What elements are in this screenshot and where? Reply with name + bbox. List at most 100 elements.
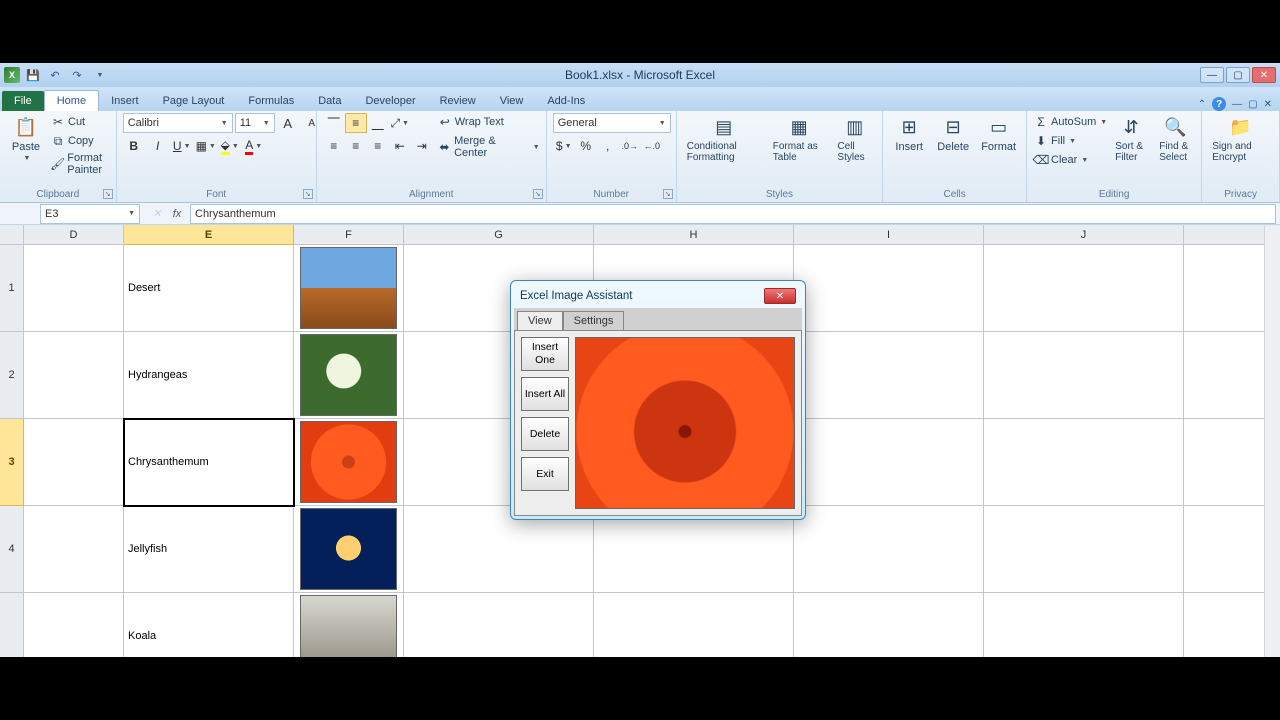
col-header[interactable]: E xyxy=(124,225,294,245)
fill-color-button[interactable]: ⬙▼ xyxy=(219,136,241,156)
decrease-indent-button[interactable]: ⇤ xyxy=(389,136,411,156)
cell[interactable] xyxy=(794,332,984,419)
tab-home[interactable]: Home xyxy=(44,90,99,111)
cell[interactable] xyxy=(24,506,124,593)
col-header[interactable]: F xyxy=(294,225,404,245)
cell[interactable] xyxy=(404,593,594,657)
name-box[interactable]: E3▼ xyxy=(40,204,140,224)
tab-add-ins[interactable]: Add-Ins xyxy=(535,91,597,111)
paste-button[interactable]: 📋 Paste ▼ xyxy=(6,113,46,164)
qat-save-icon[interactable]: 💾 xyxy=(24,66,42,84)
row-header[interactable]: 2 xyxy=(0,332,24,419)
row-header[interactable]: 4 xyxy=(0,506,24,593)
cell-image[interactable] xyxy=(294,245,404,332)
col-header[interactable]: J xyxy=(984,225,1184,245)
cell-image[interactable] xyxy=(294,506,404,593)
format-cells-button[interactable]: ▭Format xyxy=(977,113,1020,155)
align-bottom-button[interactable]: ⎽ xyxy=(367,113,389,133)
increase-indent-button[interactable]: ⇥ xyxy=(411,136,433,156)
tab-insert[interactable]: Insert xyxy=(99,91,151,111)
cell[interactable] xyxy=(794,593,984,657)
cell[interactable] xyxy=(24,332,124,419)
cell[interactable] xyxy=(984,332,1184,419)
tab-formulas[interactable]: Formulas xyxy=(236,91,306,111)
increase-decimal-button[interactable]: .0→ xyxy=(619,136,641,156)
dialog-tab-settings[interactable]: Settings xyxy=(563,311,625,330)
format-as-table-button[interactable]: ▦Format as Table xyxy=(769,113,830,165)
insert-cells-button[interactable]: ⊞Insert xyxy=(889,113,929,155)
qat-undo-icon[interactable]: ↶ xyxy=(46,66,64,84)
sort-filter-button[interactable]: ⇵Sort & Filter xyxy=(1111,113,1151,165)
merge-center-button[interactable]: ⬌Merge & Center▼ xyxy=(437,134,540,160)
select-all-corner[interactable] xyxy=(0,225,24,245)
decrease-decimal-button[interactable]: ←.0 xyxy=(641,136,663,156)
format-painter-button[interactable]: 🖌Format Painter xyxy=(50,151,110,177)
image-assistant-dialog[interactable]: Excel Image Assistant ✕ View Settings In… xyxy=(510,280,806,520)
font-name-select[interactable]: Calibri▼ xyxy=(123,113,233,133)
active-cell[interactable]: Chrysanthemum xyxy=(124,419,294,506)
dialog-tab-view[interactable]: View xyxy=(517,311,563,330)
sign-encrypt-button[interactable]: 📁Sign and Encrypt xyxy=(1208,113,1273,165)
qat-customize-icon[interactable]: ▼ xyxy=(90,66,108,84)
cell[interactable]: Jellyfish xyxy=(124,506,294,593)
align-right-button[interactable]: ≡ xyxy=(367,136,389,156)
row-header[interactable]: 3 xyxy=(0,419,24,506)
number-format-select[interactable]: General▼ xyxy=(553,113,671,133)
cell-image[interactable] xyxy=(294,419,404,506)
help-icon[interactable]: ? xyxy=(1212,97,1226,111)
tab-review[interactable]: Review xyxy=(428,91,488,111)
cell[interactable] xyxy=(794,419,984,506)
cell[interactable] xyxy=(24,245,124,332)
file-tab[interactable]: File xyxy=(2,91,44,111)
cell-image[interactable] xyxy=(294,593,404,657)
bold-button[interactable]: B xyxy=(123,136,145,156)
tab-view[interactable]: View xyxy=(488,91,536,111)
wrap-text-button[interactable]: ↩Wrap Text xyxy=(437,113,540,131)
percent-button[interactable]: % xyxy=(575,136,597,156)
underline-button[interactable]: U▼ xyxy=(171,136,193,156)
cancel-icon[interactable]: ✕ xyxy=(148,205,166,223)
font-launcher[interactable]: ↘ xyxy=(303,189,313,199)
cell[interactable] xyxy=(984,593,1184,657)
row-header[interactable]: 1 xyxy=(0,245,24,332)
tab-data[interactable]: Data xyxy=(306,91,353,111)
cell-image[interactable] xyxy=(294,332,404,419)
tab-page-layout[interactable]: Page Layout xyxy=(151,91,237,111)
doc-restore-icon[interactable]: ▢ xyxy=(1248,99,1257,110)
dialog-close-button[interactable]: ✕ xyxy=(764,288,796,304)
restore-button[interactable]: ▢ xyxy=(1226,67,1250,83)
cell[interactable] xyxy=(24,593,124,657)
ribbon-minimize-icon[interactable]: ⌃ xyxy=(1198,99,1206,110)
col-header[interactable]: H xyxy=(594,225,794,245)
vertical-scrollbar[interactable] xyxy=(1264,226,1280,657)
dialog-delete-button[interactable]: Delete xyxy=(521,417,569,451)
tab-developer[interactable]: Developer xyxy=(353,91,427,111)
grow-font-button[interactable]: A xyxy=(277,113,299,133)
col-header[interactable]: G xyxy=(404,225,594,245)
find-select-button[interactable]: 🔍Find & Select xyxy=(1155,113,1195,165)
qat-redo-icon[interactable]: ↷ xyxy=(68,66,86,84)
clipboard-launcher[interactable]: ↘ xyxy=(103,189,113,199)
copy-button[interactable]: ⧉Copy xyxy=(50,132,110,150)
cell[interactable]: Desert xyxy=(124,245,294,332)
cell[interactable] xyxy=(984,419,1184,506)
row-header[interactable] xyxy=(0,593,24,657)
align-center-button[interactable]: ≡ xyxy=(345,136,367,156)
exit-button[interactable]: Exit xyxy=(521,457,569,491)
alignment-launcher[interactable]: ↘ xyxy=(533,189,543,199)
insert-all-button[interactable]: Insert All xyxy=(521,377,569,411)
col-header[interactable]: D xyxy=(24,225,124,245)
doc-minimize-icon[interactable]: — xyxy=(1232,99,1242,110)
align-middle-button[interactable]: ≡ xyxy=(345,113,367,133)
cell[interactable] xyxy=(794,506,984,593)
cell-styles-button[interactable]: ▥Cell Styles xyxy=(833,113,876,165)
font-color-button[interactable]: A▼ xyxy=(243,136,265,156)
cut-button[interactable]: ✂Cut xyxy=(50,113,110,131)
doc-close-icon[interactable]: ✕ xyxy=(1264,99,1272,110)
col-header[interactable]: I xyxy=(794,225,984,245)
cell[interactable]: Hydrangeas xyxy=(124,332,294,419)
border-button[interactable]: ▦▼ xyxy=(195,136,217,156)
clear-button[interactable]: ⌫Clear▼ xyxy=(1033,151,1107,169)
align-top-button[interactable]: ⎺ xyxy=(323,113,345,133)
cell[interactable] xyxy=(794,245,984,332)
